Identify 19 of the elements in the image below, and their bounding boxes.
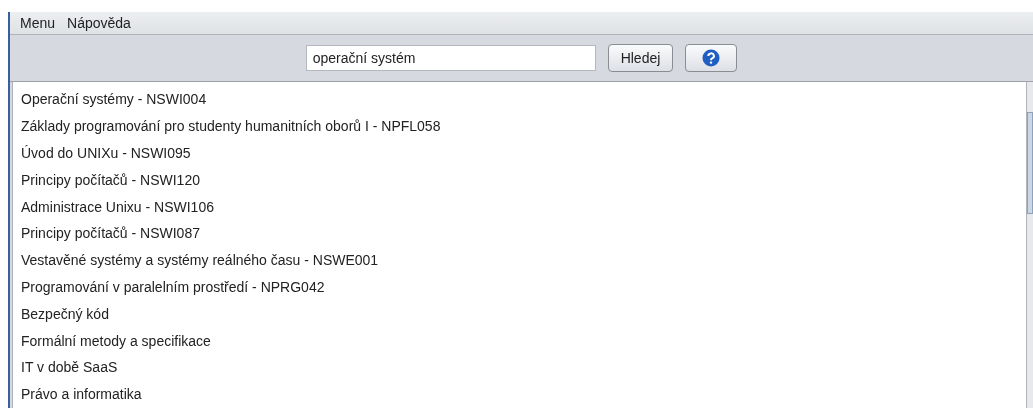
menu-item[interactable]: Nápověda: [65, 14, 133, 31]
result-item[interactable]: Administrace Unixu - NSWI106: [13, 193, 1026, 221]
result-item[interactable]: Vestavěné systémy a systémy reálného času - NSWE001: [13, 247, 1026, 274]
help-icon: [702, 49, 721, 68]
search-field[interactable]: operační systém: [305, 45, 596, 72]
result-item[interactable]: Principy počítačů - NSWI120: [13, 166, 1026, 194]
menu-item[interactable]: Menu: [18, 14, 58, 31]
result-item[interactable]: Úvod do UNIXu - NSWI095: [13, 140, 1026, 167]
result-item[interactable]: Bezpečný kód: [13, 300, 1026, 328]
result-item[interactable]: Principy počítačů - NSWI087: [13, 220, 1026, 248]
search-button[interactable]: Hledej: [607, 44, 674, 73]
result-item[interactable]: Formální metody a specifikace: [13, 327, 1026, 355]
result-item[interactable]: Právo a informatika: [13, 381, 1026, 408]
scrollbar[interactable]: [1026, 82, 1033, 408]
result-item[interactable]: Operační systémy - NSWI004: [13, 86, 1026, 114]
result-item[interactable]: Základy programování pro studenty humanitních oborů I - NPFL058: [13, 113, 1026, 141]
help-button[interactable]: [685, 44, 738, 73]
result-item[interactable]: Programování v paralelním prostředí - NPRG042: [13, 274, 1026, 301]
result-item[interactable]: IT v době SaaS: [13, 354, 1026, 382]
